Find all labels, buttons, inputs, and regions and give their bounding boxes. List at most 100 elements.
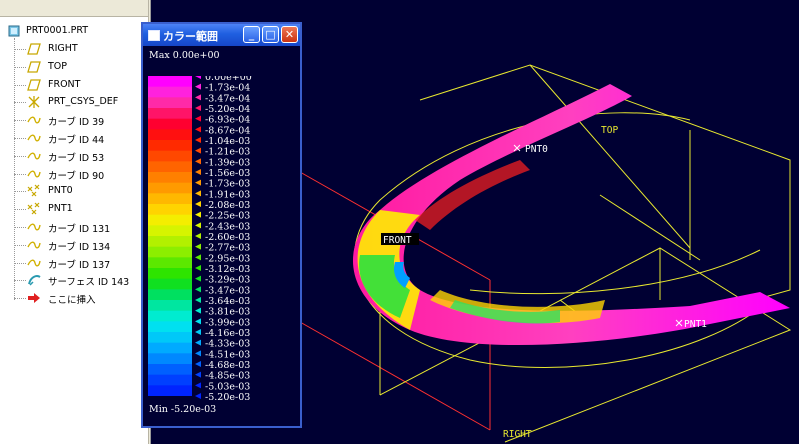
tree-item[interactable]: カーブ ID 131 xyxy=(0,218,150,236)
tree-item[interactable]: カーブ ID 134 xyxy=(0,236,150,254)
level-label: -3.47e-04 xyxy=(205,93,250,104)
tree-item[interactable]: カーブ ID 137 xyxy=(0,254,150,272)
level-label: -3.81e-03 xyxy=(205,307,250,318)
level-label: -2.77e-03 xyxy=(205,243,250,254)
tree-item-label: PNT0 xyxy=(48,185,73,197)
close-button[interactable]: ✕ xyxy=(281,26,298,43)
level-marker xyxy=(195,307,201,314)
level-marker xyxy=(195,350,201,357)
level-marker xyxy=(195,105,201,111)
color-band xyxy=(148,108,192,120)
level-label: -4.85e-03 xyxy=(205,371,250,382)
level-marker xyxy=(195,190,201,197)
tree-item[interactable]: カーブ ID 53 xyxy=(0,147,150,165)
level-marker xyxy=(195,169,201,175)
curve-icon xyxy=(26,167,42,181)
tree-item-label: カーブ ID 131 xyxy=(48,224,111,235)
point-markers xyxy=(513,144,683,327)
level-marker xyxy=(195,201,201,207)
level-marker xyxy=(195,179,201,186)
window-titlebar[interactable]: カラー範囲 _ □ ✕ xyxy=(143,24,300,46)
curve-icon xyxy=(26,256,42,270)
tree-item[interactable]: TOP xyxy=(0,58,150,76)
color-band xyxy=(148,300,192,312)
tree-item[interactable]: カーブ ID 44 xyxy=(0,129,150,147)
level-label: -4.68e-03 xyxy=(205,360,250,371)
tree-item[interactable]: PRT_CSYS_DEF xyxy=(0,93,150,111)
level-marker xyxy=(195,339,201,346)
level-label: -1.73e-03 xyxy=(205,179,250,190)
curve-icon xyxy=(26,113,42,127)
level-marker xyxy=(195,147,201,154)
tree-root[interactable]: PRT0001.PRT xyxy=(0,22,150,40)
level-label: -4.51e-03 xyxy=(205,349,250,360)
curve-icon xyxy=(26,131,42,145)
level-marker xyxy=(195,211,201,218)
csys-icon xyxy=(26,95,42,109)
tree-header xyxy=(0,0,150,17)
level-marker xyxy=(195,265,201,271)
level-marker xyxy=(195,76,201,79)
curve-icon xyxy=(26,149,42,163)
level-marker xyxy=(195,158,201,165)
tree-item-label: カーブ ID 134 xyxy=(48,241,111,253)
color-band xyxy=(148,268,192,280)
level-marker xyxy=(195,329,201,335)
level-label: -3.99e-03 xyxy=(205,317,250,328)
tree-item-label: FRONT xyxy=(48,78,81,90)
level-label: -3.12e-03 xyxy=(205,264,250,275)
color-band xyxy=(148,353,192,365)
level-label: -1.73e-04 xyxy=(205,83,250,94)
level-label: -1.21e-03 xyxy=(205,147,250,158)
level-marker xyxy=(195,137,201,143)
tree-item-label: カーブ ID 90 xyxy=(48,170,105,182)
color-band xyxy=(148,76,192,88)
level-label: -1.39e-03 xyxy=(205,157,250,168)
level-marker xyxy=(195,297,201,303)
window-icon xyxy=(148,30,160,41)
level-marker xyxy=(195,275,201,282)
tree-item[interactable]: カーブ ID 90 xyxy=(0,165,150,183)
tree-item[interactable]: FRONT xyxy=(0,76,150,94)
level-marker xyxy=(195,318,201,325)
color-range-window[interactable]: カラー範囲 _ □ ✕ Max 0.00e+00 0.00e+00 -1.73e-… xyxy=(141,22,302,428)
color-band xyxy=(148,204,192,216)
level-marker xyxy=(195,254,201,261)
level-label: -2.43e-03 xyxy=(205,221,250,232)
minimize-button[interactable]: _ xyxy=(243,26,260,43)
max-label: Max 0.00e+00 xyxy=(149,50,220,61)
level-marker xyxy=(195,382,201,389)
level-marker xyxy=(195,222,201,229)
color-band xyxy=(148,321,192,333)
level-marker xyxy=(195,126,201,133)
window-title: カラー範囲 xyxy=(163,30,218,43)
maximize-button[interactable]: □ xyxy=(262,26,279,43)
color-band xyxy=(148,278,192,290)
level-label: -6.93e-04 xyxy=(205,115,250,126)
datum-plane-icon xyxy=(26,42,42,56)
level-marker xyxy=(195,83,201,90)
color-ramp xyxy=(148,76,192,396)
model-tree: PRT0001.PRT RIGHT TOP FRONT PRT_CSYS_DEF カーブ… xyxy=(0,0,151,444)
level-marker xyxy=(195,286,201,293)
level-marker xyxy=(195,361,201,367)
datum-plane-icon xyxy=(26,78,42,92)
front-label: FRONT xyxy=(383,235,412,246)
tree-item-label: サーフェス ID 143 xyxy=(48,277,130,289)
tree-item[interactable]: PNT0 xyxy=(0,182,150,200)
level-label: -2.95e-03 xyxy=(205,253,250,264)
color-band xyxy=(148,236,192,248)
level-label: -1.04e-03 xyxy=(205,136,250,147)
color-band xyxy=(148,86,192,98)
pnt1-label: PNT1 xyxy=(684,319,707,330)
top-label: TOP xyxy=(601,125,618,136)
tree-item-label: カーブ ID 53 xyxy=(48,152,105,164)
surface-icon xyxy=(26,273,42,287)
tree-item[interactable]: カーブ ID 39 xyxy=(0,111,150,129)
tree-item[interactable]: RIGHT xyxy=(0,40,150,58)
tree-item[interactable]: ここに挿入 xyxy=(0,289,150,307)
tree-item[interactable]: サーフェス ID 143 xyxy=(0,271,150,289)
pnt0-label: PNT0 xyxy=(525,144,548,155)
tree-item[interactable]: PNT1 xyxy=(0,200,150,218)
level-label: -4.16e-03 xyxy=(205,328,250,339)
